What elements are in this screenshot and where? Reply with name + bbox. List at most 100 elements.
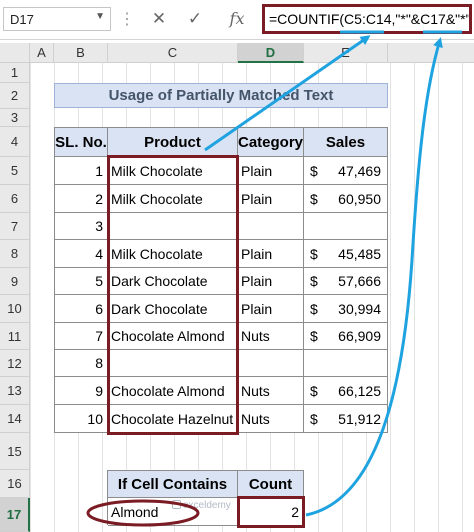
select-all-corner[interactable]: [0, 43, 30, 63]
column-header-c[interactable]: C: [108, 43, 238, 63]
category-cell[interactable]: [238, 213, 304, 240]
row-header-3[interactable]: 3: [0, 109, 30, 127]
sales-value: 30,994: [338, 300, 381, 317]
sales-value: 45,485: [338, 245, 381, 262]
currency-symbol: $: [310, 300, 318, 317]
sl-no-cell[interactable]: 6: [55, 295, 108, 323]
sales-cell[interactable]: $51,912: [304, 405, 388, 433]
row-header-12[interactable]: 12: [0, 350, 30, 377]
row-header-8[interactable]: 8: [0, 240, 30, 268]
column-header-e[interactable]: E: [304, 43, 388, 63]
sales-value: 60,950: [338, 190, 381, 207]
sales-cell[interactable]: $60,950: [304, 185, 388, 213]
sl-no-cell[interactable]: 5: [55, 268, 108, 295]
cancel-icon[interactable]: ✕: [148, 8, 170, 30]
column-header-f[interactable]: [388, 43, 474, 63]
sales-cell[interactable]: $66,125: [304, 377, 388, 405]
category-cell[interactable]: Plain: [238, 240, 304, 268]
sales-cell[interactable]: $66,909: [304, 323, 388, 350]
row-header-10[interactable]: 10: [0, 295, 30, 323]
sl-no-cell[interactable]: 2: [55, 185, 108, 213]
sl-no-cell[interactable]: 4: [55, 240, 108, 268]
category-cell[interactable]: Nuts: [238, 323, 304, 350]
column-header-d[interactable]: D: [238, 43, 304, 63]
logo-icon: [172, 500, 181, 509]
check-icon[interactable]: ✓: [184, 8, 206, 30]
watermark-text: exceldemy: [183, 500, 231, 511]
product-cell[interactable]: Milk Chocolate: [108, 240, 238, 268]
product-cell[interactable]: Chocolate Almond: [108, 323, 238, 350]
product-cell[interactable]: Milk Chocolate: [108, 185, 238, 213]
row-header-16[interactable]: 16: [0, 470, 30, 498]
category-cell[interactable]: Plain: [238, 268, 304, 295]
name-box-value: D17: [10, 12, 34, 27]
header-category[interactable]: Category: [238, 127, 304, 157]
currency-symbol: $: [310, 328, 318, 344]
product-cell[interactable]: Chocolate Almond: [108, 377, 238, 405]
insert-function-icon[interactable]: fx: [226, 8, 248, 30]
sales-cell[interactable]: $57,666: [304, 268, 388, 295]
row-header-5[interactable]: 5: [0, 157, 30, 185]
currency-symbol: $: [310, 382, 318, 399]
watermark-logo: exceldemy: [172, 500, 231, 511]
sales-cell[interactable]: $47,469: [304, 157, 388, 185]
sales-cell[interactable]: $30,994: [304, 295, 388, 323]
category-cell[interactable]: Nuts: [238, 405, 304, 433]
sales-value: 57,666: [338, 273, 381, 289]
name-box[interactable]: D17 ▼: [3, 7, 111, 31]
sales-value: 47,469: [338, 162, 381, 179]
sl-no-cell[interactable]: 9: [55, 377, 108, 405]
product-cell[interactable]: Chocolate Hazelnut: [108, 405, 238, 433]
header-sales[interactable]: Sales: [304, 127, 388, 157]
currency-symbol: $: [310, 273, 318, 289]
header-sl-no[interactable]: SL. No.: [55, 127, 108, 157]
sl-no-cell[interactable]: 8: [55, 350, 108, 377]
product-cell[interactable]: [108, 213, 238, 240]
formula-bar: D17 ▼ ⋮ ✕ ✓ fx =COUNTIF(C5:C14,"*"&C17&"…: [0, 0, 474, 40]
row-header-7[interactable]: 7: [0, 213, 30, 240]
product-cell[interactable]: Dark Chocolate: [108, 295, 238, 323]
currency-symbol: $: [310, 245, 318, 262]
currency-symbol: $: [310, 162, 318, 179]
category-cell[interactable]: Plain: [238, 295, 304, 323]
sales-value: 66,909: [338, 328, 381, 344]
sales-cell[interactable]: [304, 213, 388, 240]
chevron-down-icon[interactable]: ▼: [95, 11, 105, 22]
sl-no-cell[interactable]: 1: [55, 157, 108, 185]
currency-symbol: $: [310, 190, 318, 207]
row-header-9[interactable]: 9: [0, 268, 30, 295]
header-if-cell-contains[interactable]: If Cell Contains: [108, 470, 238, 498]
header-count[interactable]: Count: [238, 470, 304, 498]
sales-cell[interactable]: [304, 350, 388, 377]
row-header-2[interactable]: 2: [0, 83, 30, 109]
row-header-1[interactable]: 1: [0, 63, 30, 83]
header-product[interactable]: Product: [108, 127, 238, 157]
category-cell[interactable]: Plain: [238, 185, 304, 213]
sales-value: 51,912: [338, 410, 381, 427]
row-header-15[interactable]: 15: [0, 433, 30, 470]
row-header-6[interactable]: 6: [0, 185, 30, 213]
row-header-14[interactable]: 14: [0, 405, 30, 433]
more-options-icon[interactable]: ⋮: [117, 6, 137, 34]
product-cell[interactable]: [108, 350, 238, 377]
product-cell[interactable]: Milk Chocolate: [108, 157, 238, 185]
row-header-17[interactable]: 17: [0, 498, 30, 532]
row-header-13[interactable]: 13: [0, 377, 30, 405]
formula-input[interactable]: =COUNTIF(C5:C14,"*"&C17&"*"): [262, 4, 472, 34]
column-header-a[interactable]: A: [30, 43, 54, 63]
category-cell[interactable]: Nuts: [238, 377, 304, 405]
currency-symbol: $: [310, 410, 318, 427]
category-cell[interactable]: Plain: [238, 157, 304, 185]
sl-no-cell[interactable]: 3: [55, 213, 108, 240]
sl-no-cell[interactable]: 10: [55, 405, 108, 433]
sales-value: 66,125: [338, 382, 381, 399]
count-result-cell[interactable]: 2: [238, 498, 304, 526]
product-cell[interactable]: Dark Chocolate: [108, 268, 238, 295]
sales-cell[interactable]: $45,485: [304, 240, 388, 268]
sheet-title[interactable]: Usage of Partially Matched Text: [54, 83, 388, 108]
row-header-4[interactable]: 4: [0, 127, 30, 157]
category-cell[interactable]: [238, 350, 304, 377]
sl-no-cell[interactable]: 7: [55, 323, 108, 350]
column-header-b[interactable]: B: [54, 43, 108, 63]
row-header-11[interactable]: 11: [0, 323, 30, 350]
